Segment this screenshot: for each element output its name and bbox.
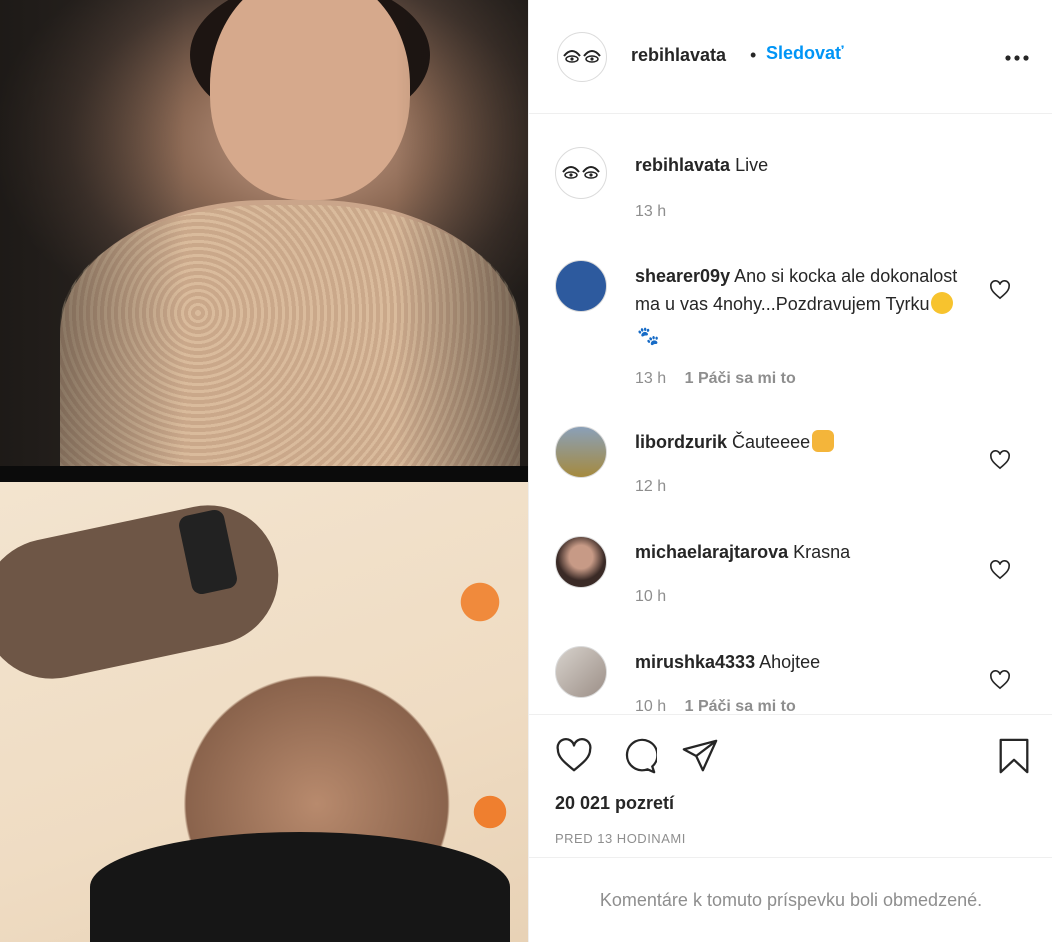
- commenter-username[interactable]: mirushka4333: [635, 652, 755, 672]
- raising-hands-icon: [812, 430, 835, 452]
- comment-icon[interactable]: [619, 737, 657, 775]
- commenter-avatar[interactable]: [555, 646, 607, 698]
- paw-prints-icon: 🐾: [637, 326, 660, 346]
- commenter-username[interactable]: shearer09y: [635, 266, 730, 286]
- comment-likes-count[interactable]: 1 Páči sa mi to: [685, 370, 796, 387]
- comments-restricted-notice: Komentáre k tomuto príspevku boli obmedz…: [529, 857, 1052, 942]
- comment-text: Čauteeee: [732, 432, 811, 452]
- paper-plane-icon[interactable]: [681, 737, 719, 775]
- commenter-avatar[interactable]: [555, 426, 607, 478]
- owner-username[interactable]: rebihlavata: [631, 45, 726, 66]
- comment-time[interactable]: 12 h: [635, 478, 666, 495]
- comment-heart-icon[interactable]: [989, 670, 1011, 690]
- live-video-bottom-participant: [0, 482, 528, 942]
- eyes-logo-icon: [563, 50, 601, 63]
- more-options-icon[interactable]: [1003, 48, 1031, 68]
- live-video-top-participant: [0, 0, 528, 466]
- comments-list[interactable]: rebihlavata Live 13 h shearer09y Ano si …: [529, 115, 1052, 713]
- caption-time[interactable]: 13 h: [635, 203, 666, 220]
- heart-icon[interactable]: [555, 737, 593, 775]
- posted-time[interactable]: PRED 13 HODINAMI: [555, 831, 686, 846]
- comment-time[interactable]: 10 h: [635, 588, 666, 605]
- post-side-panel: rebihlavata • Sledovať rebihlavata Live …: [528, 0, 1052, 942]
- comment-text: Ahojtee: [759, 652, 821, 672]
- owner-avatar[interactable]: [557, 32, 607, 82]
- caption-text: Live: [735, 155, 769, 175]
- commenter-avatar[interactable]: [555, 260, 607, 312]
- commenter-avatar[interactable]: [555, 536, 607, 588]
- bookmark-icon[interactable]: [995, 737, 1033, 775]
- eyes-logo-icon: [562, 166, 600, 179]
- commenter-username[interactable]: michaelarajtarova: [635, 542, 788, 562]
- views-count[interactable]: 20 021 pozretí: [555, 793, 674, 814]
- live-video-media[interactable]: [0, 0, 528, 942]
- post-actions-section: 20 021 pozretí PRED 13 HODINAMI Komentár…: [529, 714, 1052, 942]
- comment-heart-icon[interactable]: [989, 280, 1011, 300]
- post-header: rebihlavata • Sledovať: [529, 0, 1052, 114]
- winking-face-kiss-icon: [931, 292, 954, 314]
- caption-username[interactable]: rebihlavata: [635, 155, 730, 175]
- follow-button[interactable]: Sledovať: [766, 43, 844, 64]
- comment-likes-count[interactable]: 1 Páči sa mi to: [685, 698, 796, 713]
- comment-heart-icon[interactable]: [989, 560, 1011, 580]
- commenter-username[interactable]: libordzurik: [635, 432, 727, 452]
- comment-time[interactable]: 13 h: [635, 370, 666, 387]
- comment-heart-icon[interactable]: [989, 450, 1011, 470]
- caption-avatar[interactable]: [555, 147, 607, 199]
- comment-time[interactable]: 10 h: [635, 698, 666, 713]
- header-separator: •: [750, 45, 757, 65]
- comment-text: Krasna: [793, 542, 851, 562]
